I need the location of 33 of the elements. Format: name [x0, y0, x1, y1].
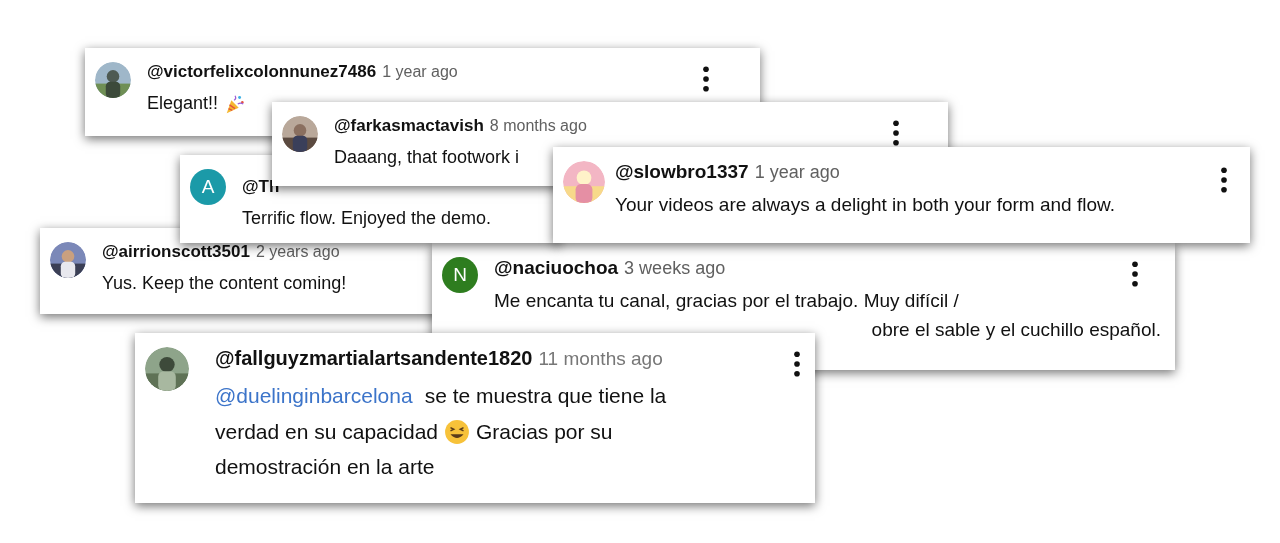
more-options-icon[interactable] [1220, 167, 1228, 193]
comment-text: Terrific flow. Enjoyed the demo. [242, 207, 492, 230]
avatar: A [190, 169, 226, 205]
comment-text: obre el sable y el cuchillo español. [871, 317, 1161, 342]
comment-author[interactable]: @airrionscott3501 [102, 242, 250, 262]
more-options-icon[interactable] [1131, 261, 1139, 287]
comment-text: Yus. Keep the content coming! [102, 272, 347, 295]
comment-time: 8 months ago [489, 117, 587, 135]
laughing-face-icon [444, 418, 470, 445]
comment-author[interactable]: @farkasmactavish [334, 116, 484, 136]
comment-author[interactable]: @naciuochoa [494, 257, 619, 279]
comment-text: Me encanta tu canal, gracias por el trabajo. Muy difícil / [494, 289, 959, 313]
more-options-icon[interactable] [793, 351, 801, 377]
avatar: N [442, 257, 478, 293]
comment-time: 3 weeks ago [624, 258, 726, 279]
comment-text: se te muestra que tiene la [424, 383, 667, 409]
comment-text: verdad en su capacidad [215, 418, 438, 445]
more-options-icon[interactable] [892, 120, 900, 146]
comment-author[interactable]: @fallguyzmartialartsandente1820 [215, 347, 533, 370]
comment-author[interactable]: @slowbro1337 [615, 161, 749, 183]
comment-time: 2 years ago [255, 243, 340, 261]
comment-time: 1 year ago [754, 162, 840, 183]
comment-time: 11 months ago [538, 348, 663, 370]
more-options-icon[interactable] [702, 66, 710, 92]
mention-link[interactable]: @duelinginbarcelona [215, 378, 413, 414]
comment-text: Gracias por su [476, 418, 613, 445]
comment-text: Elegant!! [147, 92, 219, 115]
comment-time: 1 year ago [382, 63, 458, 81]
comment-text: Daaang, that footwork i [334, 146, 520, 169]
comment-text: Your videos are always a delight in both your form and flow. [615, 193, 1115, 217]
comment-text: demostración en la arte [215, 454, 435, 481]
party-popper-icon [224, 92, 247, 115]
comment-author[interactable]: @victorfelixcolonnunez7486 [147, 62, 377, 82]
